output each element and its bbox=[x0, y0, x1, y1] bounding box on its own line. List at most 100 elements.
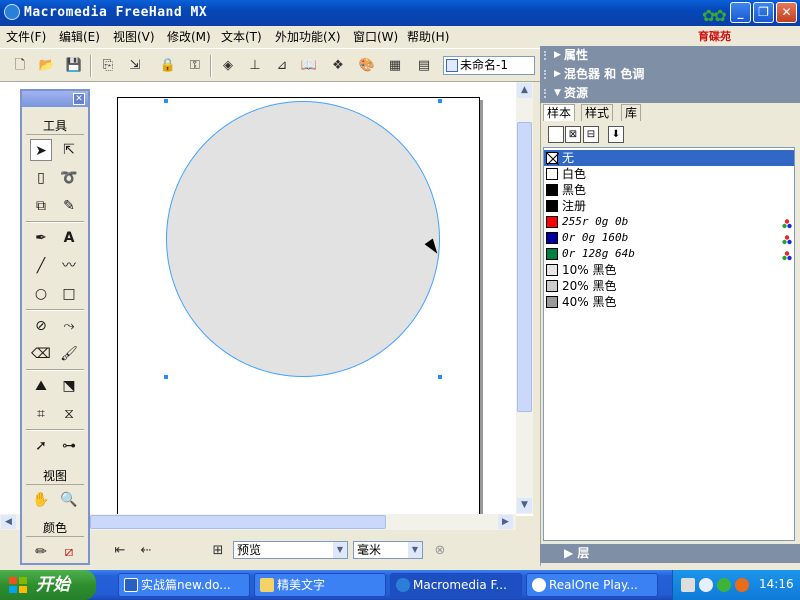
pen-tool-icon[interactable]: ✒ bbox=[30, 227, 52, 249]
hand-tool-icon[interactable]: ✋ bbox=[30, 489, 52, 511]
new-document-icon[interactable]: 🗋 bbox=[10, 56, 30, 76]
menu-help[interactable]: 帮助(H) bbox=[407, 28, 449, 45]
swatch-row[interactable]: 20% 黑色 bbox=[544, 278, 794, 294]
knife-tool-icon[interactable]: ⊘ bbox=[30, 315, 52, 337]
swatch-row[interactable]: 40% 黑色 bbox=[544, 294, 794, 310]
network-icon[interactable] bbox=[699, 578, 713, 592]
color-mixer-icon[interactable]: 🎨 bbox=[357, 56, 377, 76]
swatch-row[interactable]: 255r 0g 0b bbox=[544, 214, 794, 230]
symbols-icon[interactable]: ❖ bbox=[328, 56, 348, 76]
mirror-tool-icon[interactable]: ⧖ bbox=[58, 403, 80, 425]
assets-panel-header[interactable]: ▼ 资源 bbox=[540, 84, 800, 103]
bend-tool-icon[interactable]: ⤳ bbox=[58, 315, 80, 337]
tools-panel[interactable]: ✕ 工具 ➤ ⇱ ▯ ➰ ⧉ ✎ ✒ A ╱ 〰 ○ □ ⊘ ⤳ ⌫ 🖌 ⛰ ⬔… bbox=[20, 89, 90, 565]
scroll-up-icon[interactable]: ▲ bbox=[517, 83, 532, 98]
lock-icon[interactable]: 🔒 bbox=[158, 56, 178, 76]
line-tool-icon[interactable]: ╱ bbox=[30, 255, 52, 277]
swatch-row[interactable]: 10% 黑色 bbox=[544, 262, 794, 278]
menu-xtras[interactable]: 外加功能(X) bbox=[275, 28, 341, 45]
text-tool-icon[interactable]: A bbox=[58, 227, 80, 249]
document-selector[interactable]: 未命名-1 bbox=[443, 56, 535, 75]
crop-tool-icon[interactable]: ⌗ bbox=[30, 403, 52, 425]
close-icon[interactable]: ✕ bbox=[73, 93, 85, 105]
menu-edit[interactable]: 编辑(E) bbox=[59, 28, 100, 45]
keyboard-icon[interactable] bbox=[681, 578, 695, 592]
fill-swatch-icon[interactable] bbox=[548, 126, 564, 143]
swatch-row[interactable]: 注册 bbox=[544, 198, 794, 214]
selection-handle[interactable] bbox=[438, 99, 442, 103]
lasso-tool-icon[interactable]: ➰ bbox=[58, 167, 80, 189]
page-tool-icon[interactable]: ▯ bbox=[30, 167, 52, 189]
sync-icon[interactable] bbox=[717, 578, 731, 592]
units-select[interactable]: 毫米 ▼ bbox=[353, 541, 423, 559]
layers-panel-header[interactable]: ▶ 层 bbox=[540, 544, 800, 563]
blend-tool-icon[interactable]: ⛰ bbox=[30, 375, 52, 397]
selection-handle[interactable] bbox=[438, 375, 442, 379]
swatch-row[interactable]: 白色 bbox=[544, 166, 794, 182]
stroke-swatch-icon[interactable]: ⊠ bbox=[565, 126, 581, 143]
brush-tool-icon[interactable]: 🖌 bbox=[58, 343, 80, 365]
import-icon[interactable]: ⎘ bbox=[98, 56, 118, 76]
swatch-options-icon[interactable]: ⬇ bbox=[608, 126, 624, 143]
layers-icon[interactable]: ▤ bbox=[414, 56, 434, 76]
selection-handle[interactable] bbox=[164, 99, 168, 103]
menu-modify[interactable]: 修改(M) bbox=[167, 28, 211, 45]
task-realone[interactable]: RealOne Play... bbox=[526, 573, 658, 597]
freehand-tool-icon[interactable]: 〰 bbox=[58, 255, 80, 277]
swatch-row[interactable]: 黑色 bbox=[544, 182, 794, 198]
preview-mode-select[interactable]: 预览 ▼ bbox=[233, 541, 348, 559]
zoom-tool-icon[interactable]: 🔍 bbox=[58, 489, 80, 511]
scroll-right-icon[interactable]: ▶ bbox=[498, 515, 513, 529]
link-tool-icon[interactable]: ➚ bbox=[30, 435, 52, 457]
group-icon[interactable]: ◈ bbox=[218, 56, 238, 76]
close-button[interactable]: ✕ bbox=[776, 2, 797, 23]
swatch-list[interactable]: 无白色 黑色 注册 255r 0g 0b 0r 0g 160b 0r 128g 64b 10… bbox=[543, 147, 795, 541]
eraser-tool-icon[interactable]: ⌫ bbox=[30, 343, 52, 365]
both-swatch-icon[interactable]: ⊟ bbox=[583, 126, 599, 143]
pointer-tool-icon[interactable]: ➤ bbox=[30, 139, 52, 161]
stroke-color-icon[interactable]: ✏ bbox=[30, 541, 52, 563]
tab-swatches[interactable]: 样本 bbox=[543, 104, 576, 121]
swatch-row[interactable]: 0r 128g 64b bbox=[544, 246, 794, 262]
horizontal-scroll-thumb[interactable] bbox=[90, 515, 386, 529]
task-folder[interactable]: 精美文字 bbox=[254, 573, 386, 597]
menu-file[interactable]: 文件(F) bbox=[6, 28, 46, 45]
start-button[interactable]: 开始 bbox=[0, 570, 96, 600]
unlock-icon[interactable]: ⚿ bbox=[185, 56, 205, 76]
add-page-icon[interactable]: ⊞ bbox=[208, 541, 228, 561]
scroll-left-icon[interactable]: ◀ bbox=[1, 515, 16, 529]
transform-icon[interactable]: ⊿ bbox=[272, 56, 292, 76]
vertical-scroll-thumb[interactable] bbox=[517, 122, 532, 412]
menu-text[interactable]: 文本(T) bbox=[221, 28, 262, 45]
first-page-icon[interactable]: ⇤ bbox=[110, 541, 130, 561]
open-folder-icon[interactable]: 📂 bbox=[37, 56, 57, 76]
stop-icon[interactable]: ⊗ bbox=[430, 541, 450, 561]
vertical-scrollbar[interactable]: ▲ ▼ bbox=[516, 82, 533, 514]
ellipse-tool-icon[interactable]: ○ bbox=[30, 283, 52, 305]
rectangle-tool-icon[interactable]: □ bbox=[58, 283, 80, 305]
properties-panel-header[interactable]: ▶ 属性 bbox=[540, 46, 800, 65]
subselect-tool-icon[interactable]: ⇱ bbox=[58, 139, 80, 161]
library-icon[interactable]: 📖 bbox=[299, 56, 319, 76]
minimize-button[interactable]: _ bbox=[730, 2, 751, 23]
mixer-panel-header[interactable]: ▶ 混色器 和 色调 bbox=[540, 65, 800, 84]
swatch-row[interactable]: 无 bbox=[544, 150, 794, 166]
export-icon[interactable]: ⇲ bbox=[125, 56, 145, 76]
selection-handle[interactable] bbox=[164, 375, 168, 379]
menu-window[interactable]: 窗口(W) bbox=[353, 28, 398, 45]
ellipse-shape[interactable] bbox=[166, 101, 440, 377]
fill-color-icon[interactable]: ⧄ bbox=[58, 541, 80, 563]
perspective-tool-icon[interactable]: ⬔ bbox=[58, 375, 80, 397]
task-word-document[interactable]: 实战篇new.do... bbox=[118, 573, 250, 597]
eyedropper-tool-icon[interactable]: ✎ bbox=[58, 195, 80, 217]
tab-styles[interactable]: 样式 bbox=[581, 104, 614, 121]
menu-view[interactable]: 视图(V) bbox=[113, 28, 155, 45]
align-icon[interactable]: ⊥ bbox=[245, 56, 265, 76]
antivirus-icon[interactable] bbox=[735, 578, 749, 592]
connector-tool-icon[interactable]: ⊶ bbox=[58, 435, 80, 457]
save-icon[interactable]: 💾 bbox=[64, 56, 84, 76]
table-icon[interactable]: ▦ bbox=[385, 56, 405, 76]
restore-button[interactable]: ❐ bbox=[753, 2, 774, 23]
prev-page-icon[interactable]: ⇠ bbox=[136, 541, 156, 561]
tab-library[interactable]: 库 bbox=[621, 104, 642, 121]
